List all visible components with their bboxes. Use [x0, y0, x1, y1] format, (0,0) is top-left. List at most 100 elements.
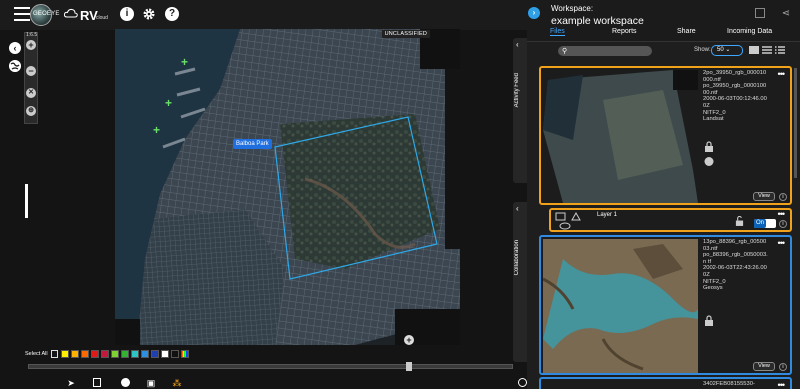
map-view[interactable]: UNCLASSIFIED + + + Balboa Park +: [115, 29, 460, 345]
workspace-name[interactable]: example workspace: [551, 15, 644, 27]
color-swatch[interactable]: [110, 350, 119, 358]
file-date: 2000-06-03T00:12:46.000Z: [703, 96, 767, 109]
color-swatch[interactable]: [120, 350, 129, 358]
camera-icon[interactable]: ▣: [146, 378, 156, 388]
edit-icon[interactable]: [755, 8, 765, 18]
activity-feed-tab[interactable]: ‹ Activity Feed: [513, 38, 527, 183]
chevron-left-icon: ‹: [516, 204, 519, 213]
globe-tool-icon[interactable]: [121, 378, 130, 387]
color-swatch[interactable]: [90, 350, 99, 358]
zoom-out-button[interactable]: −: [26, 66, 36, 76]
list-view-icon[interactable]: [762, 46, 772, 54]
file-thumbnail: [543, 239, 698, 373]
gear-icon[interactable]: [142, 7, 156, 21]
info-button[interactable]: i: [779, 193, 787, 201]
search-icon: ⚲: [562, 48, 568, 55]
view-button[interactable]: View: [753, 192, 775, 201]
color-swatch[interactable]: [150, 350, 159, 358]
file-card[interactable]: 3402FEB08155530- •••: [539, 377, 792, 389]
lock-icon: [705, 315, 713, 326]
info-icon[interactable]: i: [120, 7, 134, 21]
annotation-palette: Select All: [25, 348, 191, 360]
file-metadata: 3402FEB08155530-: [703, 381, 769, 388]
chevron-left-icon: ‹: [516, 40, 519, 49]
layers-stack-icon: [704, 157, 714, 166]
file-format: NITF2_0: [703, 278, 726, 285]
marker-plus-icon[interactable]: +: [153, 123, 160, 137]
navigate-icon[interactable]: ➤: [66, 378, 76, 388]
external-link-icon[interactable]: [93, 378, 101, 387]
tab-incoming-data[interactable]: Incoming Data: [727, 28, 772, 35]
toggle-on-label: On: [754, 219, 766, 228]
unlock-icon[interactable]: [735, 216, 744, 226]
color-swatch[interactable]: [70, 350, 79, 358]
file-search-input[interactable]: ⚲: [558, 46, 652, 56]
timeline-slider[interactable]: [28, 364, 513, 369]
left-panel-handle[interactable]: [25, 184, 28, 218]
panel-scrollbar[interactable]: [794, 68, 797, 178]
lock-icon: [705, 141, 713, 152]
grid-view-icon[interactable]: [749, 46, 759, 54]
marker-plus-icon[interactable]: +: [181, 55, 188, 69]
more-options-icon[interactable]: •••: [778, 380, 786, 389]
file-format: NITF2_0: [703, 109, 726, 116]
file-subname: po_39950_rgb_0000100 00.ntf: [703, 83, 767, 96]
expand-panel-icon[interactable]: ›: [528, 7, 540, 19]
page-size-select[interactable]: 50 ⌄: [711, 45, 743, 56]
file-name: 2po_39950_rgb_000010000.ntf: [703, 70, 767, 83]
shape-tools-icon[interactable]: [555, 211, 595, 231]
more-options-icon[interactable]: •••: [778, 69, 786, 79]
color-swatch[interactable]: [100, 350, 109, 358]
layer-name: Layer 1: [597, 212, 618, 218]
color-swatch[interactable]: [180, 350, 189, 358]
more-options-icon[interactable]: •••: [778, 238, 786, 248]
color-swatch[interactable]: [60, 350, 69, 358]
share-icon[interactable]: ⋖: [780, 8, 792, 20]
compact-view-icon[interactable]: [775, 46, 785, 54]
collapse-left-icon[interactable]: ‹: [9, 42, 21, 54]
globe-icon[interactable]: [9, 60, 21, 72]
zoom-in-button[interactable]: +: [26, 40, 36, 50]
color-swatch[interactable]: [160, 350, 169, 358]
color-swatch[interactable]: [80, 350, 89, 358]
timeline-handle[interactable]: [406, 362, 412, 371]
classification-banner: UNCLASSIFIED: [381, 30, 430, 38]
select-all-label[interactable]: Select All: [25, 351, 48, 357]
menu-icon[interactable]: [14, 7, 30, 21]
zoom-fit-button[interactable]: ⊕: [26, 106, 36, 116]
info-button[interactable]: i: [779, 220, 787, 228]
more-options-icon[interactable]: •••: [778, 209, 786, 219]
file-card[interactable]: 13po_88396_rgb_0050003.ntf po_88396_rgb_…: [539, 235, 792, 375]
collaboration-tab[interactable]: ‹ Collaboration: [513, 202, 527, 362]
view-button[interactable]: View: [753, 362, 775, 371]
color-swatch[interactable]: [130, 350, 139, 358]
color-swatches: [60, 350, 191, 358]
layer-toggle[interactable]: On: [754, 219, 776, 228]
tab-share[interactable]: Share: [677, 28, 696, 35]
zoom-level-text: 1:6.5: [26, 32, 38, 38]
zoom-reset-button[interactable]: ✕: [26, 88, 36, 98]
color-swatch[interactable]: [140, 350, 149, 358]
file-source: Landsat: [703, 116, 724, 123]
color-swatch[interactable]: [170, 350, 179, 358]
info-button[interactable]: i: [779, 363, 787, 371]
compass-icon[interactable]: [518, 378, 527, 387]
workspace-header: › Workspace: example workspace ⋖ Files R…: [527, 0, 800, 42]
map-place-label[interactable]: Balboa Park: [233, 139, 272, 149]
layer-row[interactable]: Layer 1 On ••• i: [549, 208, 792, 232]
cloud-icon: [64, 8, 78, 18]
tab-files[interactable]: Files: [550, 28, 565, 36]
file-thumbnail: [543, 70, 698, 203]
page-size-value: 50: [717, 47, 724, 53]
marker-plus-icon[interactable]: +: [165, 96, 172, 110]
brand-logo-text: GEOEYE: [33, 11, 60, 17]
help-icon[interactable]: ?: [165, 7, 179, 21]
trash-icon[interactable]: [50, 350, 58, 358]
tab-reports[interactable]: Reports: [612, 28, 637, 35]
file-card[interactable]: 2po_39950_rgb_000010000.ntf po_39950_rgb…: [539, 66, 792, 205]
file-metadata: 2po_39950_rgb_000010000.ntf po_39950_rgb…: [703, 70, 769, 123]
map-add-icon[interactable]: +: [404, 335, 414, 345]
route-icon[interactable]: ⁂: [172, 378, 182, 388]
file-name: 3402FEB08155530-: [703, 381, 755, 387]
satellite-imagery: [115, 29, 460, 345]
